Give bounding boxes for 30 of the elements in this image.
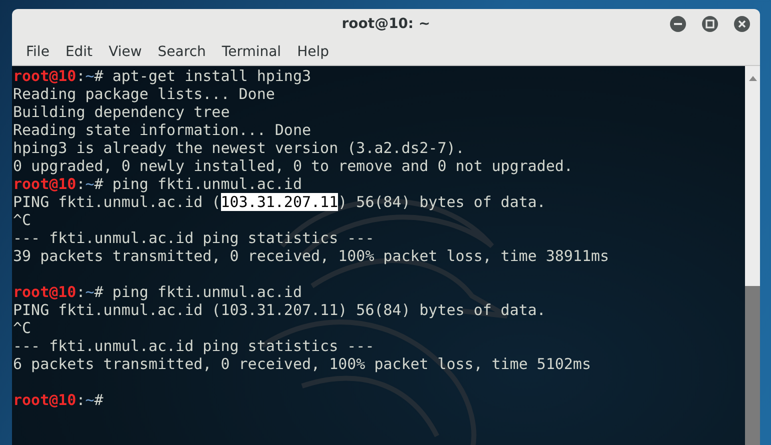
output-line: PING fkti.unmul.ac.id (103.31.207.11) 56(84) bytes of data. (13, 193, 546, 211)
window-title: root@10: ~ (342, 14, 430, 34)
prompt-line: root@10:~# ping fkti.unmul.ac.id (13, 175, 302, 193)
output-line: --- fkti.unmul.ac.id ping statistics --- (13, 229, 374, 247)
maximize-icon[interactable] (702, 16, 718, 32)
menu-item[interactable]: Terminal (214, 42, 290, 62)
output-line: 0 upgraded, 0 newly installed, 0 to remove and 0 not upgraded. (13, 157, 573, 175)
output-line: hping3 is already the newest version (3.a2.ds2-7). (13, 139, 465, 157)
menu-item[interactable]: Help (289, 42, 337, 62)
scrollbar[interactable] (745, 66, 760, 445)
output-line: ^C (13, 319, 32, 337)
output-line: PING fkti.unmul.ac.id (103.31.207.11) 56(84) bytes of data. (13, 301, 546, 319)
output-line: ^C (13, 211, 32, 229)
prompt-line: root@10:~# apt-get install hping3 (13, 67, 312, 85)
close-icon[interactable] (734, 16, 750, 32)
output-line: 39 packets transmitted, 0 received, 100% packet loss, time 38911ms (13, 247, 610, 265)
menu-item[interactable]: Edit (57, 42, 101, 62)
prompt-line: root@10:~# (13, 391, 104, 409)
menu-item[interactable]: Search (150, 42, 214, 62)
scrollbar-thumb[interactable] (745, 286, 760, 445)
output-line: Reading package lists... Done (13, 85, 275, 103)
output-line: Reading state information... Done (13, 121, 312, 139)
menu-item[interactable]: View (100, 42, 150, 62)
output-line: Building dependency tree (13, 103, 230, 121)
output-line: --- fkti.unmul.ac.id ping statistics --- (13, 337, 374, 355)
scroll-up-icon[interactable] (748, 76, 756, 81)
output-line: 6 packets transmitted, 0 received, 100% packet loss, time 5102ms (13, 355, 591, 373)
menu-item[interactable]: File (18, 42, 58, 62)
prompt-line: root@10:~# ping fkti.unmul.ac.id (13, 283, 302, 301)
minimize-icon[interactable] (670, 16, 686, 32)
